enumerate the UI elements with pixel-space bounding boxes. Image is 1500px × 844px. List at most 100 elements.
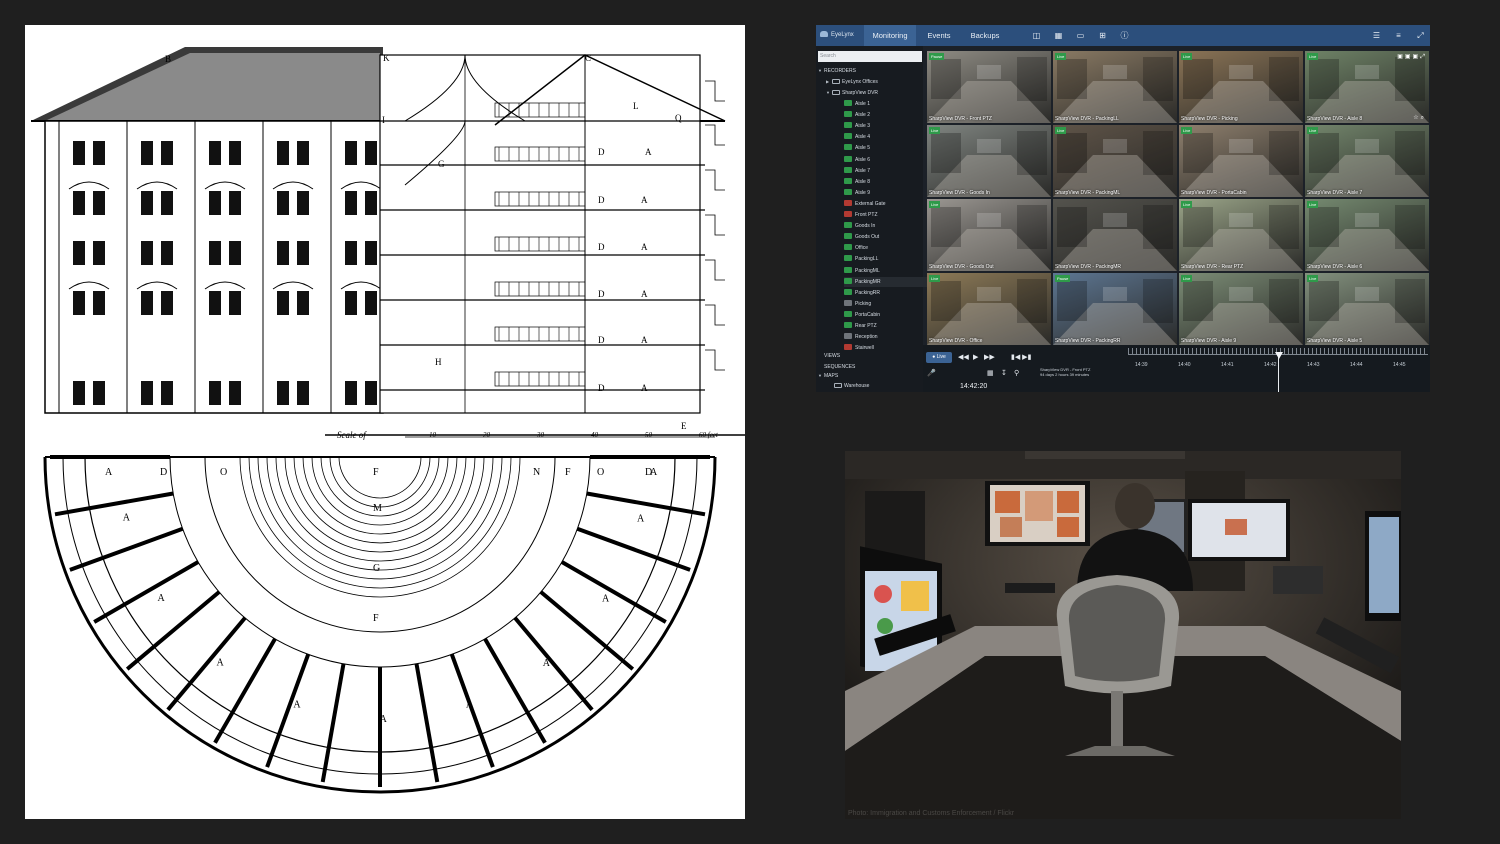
tree-camera[interactable]: Stairwell — [844, 343, 874, 353]
camera-tile[interactable]: Live SharpView DVR - Aisle 9 — [1179, 273, 1303, 345]
camera-tile[interactable]: Live SharpView DVR - Picking — [1179, 51, 1303, 123]
camera-icon — [844, 133, 852, 140]
tile-search-icons[interactable]: ☆⌕ — [1413, 114, 1426, 122]
camera-name: PackingMR — [855, 278, 881, 285]
tree-camera[interactable]: Aisle 1 — [844, 99, 870, 109]
rewind-icon[interactable]: ◀◀ — [958, 353, 969, 361]
tree-camera[interactable]: Aisle 2 — [844, 110, 870, 120]
list-settings-icon[interactable]: ☰ — [1372, 31, 1381, 40]
alert-icon[interactable]: ⓘ — [1120, 31, 1129, 40]
tree-camera[interactable]: Goods Out — [844, 232, 879, 242]
tree-camera[interactable]: Office — [844, 243, 868, 253]
camera-name: Goods Out — [855, 234, 880, 241]
camera-tile[interactable]: Live SharpView DVR - Rear PTZ — [1179, 199, 1303, 271]
camera-icon — [844, 277, 852, 284]
camera-tile-label: SharpView DVR - Aisle 5 — [1307, 338, 1363, 344]
monitor-icon[interactable]: ▭ — [1076, 31, 1085, 40]
tree-camera[interactable]: Goods In — [844, 221, 875, 231]
tree-camera[interactable]: Aisle 3 — [844, 121, 870, 131]
camera-name: External Gate — [855, 200, 886, 207]
camera-icon — [844, 177, 852, 184]
tree-maps[interactable]: ▼ MAPS — [818, 371, 838, 381]
plan-letter: O — [597, 467, 604, 478]
play-icon[interactable]: ▶ — [973, 353, 978, 361]
facade-window — [229, 141, 241, 165]
camera-tile[interactable]: Live SharpView DVR - PackingML — [1053, 125, 1177, 197]
skip-icon[interactable]: ▮◀ ▶▮ — [1011, 353, 1031, 361]
cell-wall — [560, 560, 667, 624]
tree-camera[interactable]: Aisle 8 — [844, 177, 870, 187]
facade-window — [365, 381, 377, 405]
timeline-cursor-handle[interactable] — [1275, 352, 1283, 359]
location-icon[interactable]: ⚲ — [1014, 369, 1019, 377]
tree-camera[interactable]: Aisle 9 — [844, 188, 870, 198]
tree-camera[interactable]: Rear PTZ — [844, 321, 877, 331]
tab-backups[interactable]: Backups — [963, 25, 1007, 46]
camera-tile[interactable]: Live SharpView DVR - Aisle 7 — [1305, 125, 1429, 197]
camera-tile[interactable]: Live SharpView DVR - Aisle 5 — [1305, 273, 1429, 345]
tree-camera[interactable]: PackingML — [844, 266, 880, 276]
tree-map-warehouse[interactable]: Warehouse — [834, 381, 869, 391]
tree-camera[interactable]: Aisle 5 — [844, 143, 870, 153]
camera-name: Aisle 6 — [855, 156, 871, 163]
live-button[interactable]: ● Live — [926, 352, 952, 363]
facade-window — [277, 381, 289, 405]
camera-tile[interactable]: Live SharpView DVR - Aisle 8 ▣▣▣⤢ ☆⌕ — [1305, 51, 1429, 123]
tree-camera[interactable]: Aisle 6 — [844, 155, 870, 165]
scale-number: 50 — [645, 431, 653, 439]
tree-camera[interactable]: PackingLL — [844, 254, 878, 264]
tab-monitoring[interactable]: Monitoring — [864, 25, 916, 46]
camera-tile-label: SharpView DVR - Aisle 7 — [1307, 190, 1363, 196]
camera-name: Stairwell — [855, 345, 874, 352]
camera-tile[interactable]: SharpView DVR - PackingMR — [1053, 199, 1177, 271]
tree-camera[interactable]: PortaCabin — [844, 310, 880, 320]
camera-name: PackingRR — [855, 289, 881, 296]
playback-controls: ● Live ◀◀ ▶ ▶▶ ▮◀ ▶▮ 🎤 ▦ ↧ ⚲ SharpView D… — [923, 345, 1430, 392]
grid-icon[interactable]: ▦ — [1054, 31, 1063, 40]
add-icon[interactable]: ⊞ — [1098, 31, 1107, 40]
camera-tile[interactable]: Live SharpView DVR - PackingLL — [1053, 51, 1177, 123]
facade-window — [297, 191, 309, 215]
cell-wall — [69, 526, 184, 572]
facade-window — [161, 141, 173, 165]
tab-events[interactable]: Events — [919, 25, 959, 46]
vms-topbar: EyeLynx Monitoring Events Backups ◫ ▦ ▭ … — [816, 25, 1430, 46]
tree-views[interactable]: VIEWS — [824, 351, 840, 361]
camera-icon — [844, 266, 852, 273]
tree-camera[interactable]: Reception — [844, 332, 878, 342]
facade-window — [141, 141, 153, 165]
calendar-icon[interactable]: ▦ — [987, 369, 994, 377]
folder-icon[interactable]: ◫ — [1032, 31, 1041, 40]
search-input[interactable]: Search — [818, 51, 922, 62]
tree-camera[interactable]: Front PTZ — [844, 210, 878, 220]
drawing-letter: I — [382, 115, 385, 125]
tree-camera[interactable]: Aisle 7 — [844, 166, 870, 176]
camera-tile[interactable]: Pause SharpView DVR - PackingRR — [1053, 273, 1177, 345]
camera-icon — [844, 310, 852, 317]
tree-camera[interactable]: Picking — [844, 299, 871, 309]
camera-tile[interactable]: Live SharpView DVR - PortaCabin — [1179, 125, 1303, 197]
tree-camera[interactable]: External Gate — [844, 199, 886, 209]
tree-camera[interactable]: Aisle 4 — [844, 132, 870, 142]
camera-tile[interactable]: Live SharpView DVR - Aisle 6 — [1305, 199, 1429, 271]
tree-group-offices[interactable]: ▶ EyeLynx Offices — [826, 77, 878, 87]
download-icon[interactable]: ↧ — [1001, 369, 1007, 377]
fast-forward-icon[interactable]: ▶▶ — [984, 353, 995, 361]
facade-window — [141, 191, 153, 215]
collapse-icon[interactable]: ⤢ — [1416, 31, 1425, 40]
camera-tile[interactable]: Live SharpView DVR - Office — [927, 273, 1051, 345]
menu-icon[interactable]: ≡ — [1394, 31, 1403, 40]
panopticon-architectural-drawing: Scale of 10 20 30 40 50 60 feet B K C I L Q G D A H E D A… — [25, 25, 745, 819]
camera-tile[interactable]: Live SharpView DVR - Goods Out — [927, 199, 1051, 271]
tree-camera[interactable]: PackingRR — [844, 288, 880, 298]
tree-recorders[interactable]: ▼ RECORDERS — [818, 66, 856, 76]
plan-letter: A — [637, 514, 645, 525]
camera-tile[interactable]: Pause SharpView DVR - Front PTZ — [927, 51, 1051, 123]
tree-group-dvr[interactable]: ▼ SharpView DVR — [826, 88, 878, 98]
camera-feed-image — [1053, 205, 1177, 271]
microphone-icon[interactable]: 🎤 — [927, 369, 936, 377]
camera-tile[interactable]: Live SharpView DVR - Goods In — [927, 125, 1051, 197]
tile-tools-icons[interactable]: ▣▣▣⤢ — [1397, 53, 1427, 61]
scale-number: 20 — [483, 431, 491, 439]
panopticon-drawing-svg: Scale of 10 20 30 40 50 60 feet B K C I L Q G D A H E D A… — [31, 47, 745, 794]
